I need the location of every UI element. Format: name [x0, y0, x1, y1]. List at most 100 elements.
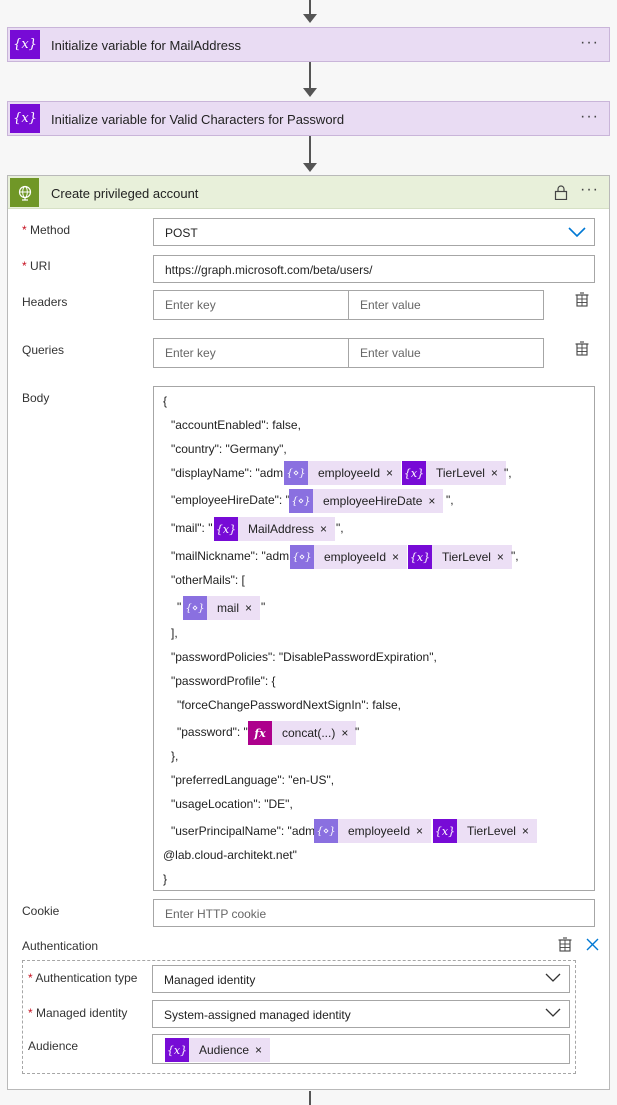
token-tierlevel[interactable]: {x} TierLevel × [402, 461, 506, 485]
body-line: ", [504, 466, 512, 480]
body-line: "password": " [177, 725, 248, 739]
connector-arrow [303, 14, 317, 23]
trigger-icon: {⋄} [289, 489, 313, 513]
lock-icon[interactable] [554, 185, 568, 203]
variable-icon: {x} [408, 545, 432, 569]
headers-key-input[interactable]: Enter key [153, 290, 349, 320]
body-line: "accountEnabled": false, [171, 418, 301, 432]
body-line: "userPrincipalName": "adm [171, 824, 316, 838]
trigger-icon: {⋄} [290, 545, 314, 569]
more-options-icon[interactable]: ··· [580, 34, 599, 52]
clear-table-icon[interactable] [574, 292, 590, 308]
token-concat-expression[interactable]: fx concat(...) × [248, 721, 357, 745]
connector-line [309, 1091, 311, 1105]
card-header[interactable]: Create privileged account ··· [8, 176, 609, 209]
body-line: " [177, 600, 182, 614]
variable-icon: {x} [402, 461, 426, 485]
uri-input[interactable]: https://graph.microsoft.com/beta/users/ [153, 255, 595, 283]
remove-token-icon[interactable]: × [392, 550, 407, 564]
variable-icon: {x} [214, 517, 238, 541]
remove-token-icon[interactable]: × [255, 1043, 270, 1057]
body-line: "employeeHireDate": " [171, 493, 290, 507]
close-icon[interactable] [586, 938, 599, 951]
remove-token-icon[interactable]: × [497, 550, 512, 564]
cookie-input[interactable]: Enter HTTP cookie [153, 899, 595, 927]
body-editor[interactable]: { "accountEnabled": false, "country": "G… [153, 386, 595, 891]
clear-table-icon[interactable] [574, 341, 590, 357]
body-line: "passwordPolicies": "DisablePasswordExpi… [171, 650, 437, 664]
body-line: "displayName": "adm [171, 466, 284, 480]
body-line: "forceChangePasswordNextSignIn": false, [177, 698, 401, 712]
audience-label: Audience [28, 1039, 79, 1053]
body-line: "otherMails": [ [171, 573, 245, 587]
token-employeeid[interactable]: {⋄} employeeId × [314, 819, 432, 843]
token-mail[interactable]: {⋄} mail × [183, 596, 261, 620]
connector-arrow [303, 163, 317, 172]
body-line: "mailNickname": "adm [171, 549, 290, 563]
uri-label: * URI [22, 259, 51, 273]
chevron-down-icon [545, 973, 561, 982]
token-employeeid[interactable]: {⋄} employeeId × [284, 461, 402, 485]
init-variable-mailaddress-step[interactable]: {x} Initialize variable for MailAddress … [7, 27, 610, 62]
fx-icon: fx [248, 721, 272, 745]
token-employeehiredate[interactable]: {⋄} employeeHireDate × [289, 489, 444, 513]
remove-token-icon[interactable]: × [428, 494, 443, 508]
init-variable-password-chars-step[interactable]: {x} Initialize variable for Valid Charac… [7, 101, 610, 136]
method-value: POST [165, 226, 198, 240]
connector-arrow [303, 88, 317, 97]
queries-value-input[interactable]: Enter value [348, 338, 544, 368]
variable-icon: {x} [165, 1038, 189, 1062]
body-label: Body [22, 391, 50, 405]
body-line: " [355, 725, 360, 739]
audience-input[interactable]: {x} Audience × [152, 1034, 570, 1064]
token-audience[interactable]: {x} Audience × [165, 1038, 271, 1062]
body-line: } [163, 872, 168, 886]
auth-type-label: * Authentication type [28, 971, 138, 985]
body-line: ", [446, 493, 454, 507]
queries-key-input[interactable]: Enter key [153, 338, 349, 368]
managed-identity-select[interactable]: System-assigned managed identity [152, 1000, 570, 1028]
auth-type-value: Managed identity [164, 973, 256, 987]
method-select[interactable]: POST [153, 218, 595, 246]
token-mailaddress[interactable]: {x} MailAddress × [214, 517, 336, 541]
body-line: "preferredLanguage": "en-US", [171, 773, 335, 787]
remove-token-icon[interactable]: × [320, 522, 335, 536]
body-line: { [163, 394, 168, 408]
trigger-icon: {⋄} [314, 819, 338, 843]
more-options-icon[interactable]: ··· [580, 181, 599, 199]
chevron-down-icon [545, 1008, 561, 1017]
body-line: ", [336, 521, 344, 535]
more-options-icon[interactable]: ··· [580, 108, 599, 126]
remove-token-icon[interactable]: × [522, 824, 537, 838]
authentication-label: Authentication [22, 939, 99, 953]
remove-token-icon[interactable]: × [416, 824, 431, 838]
managed-identity-value: System-assigned managed identity [164, 1008, 351, 1022]
method-label: * Method [22, 223, 71, 237]
remove-token-icon[interactable]: × [386, 466, 401, 480]
step-title: Initialize variable for MailAddress [51, 38, 242, 53]
variable-icon: {x} [10, 30, 40, 59]
chevron-down-icon [568, 227, 586, 238]
globe-icon [10, 178, 39, 207]
queries-label: Queries [22, 343, 65, 357]
variable-icon: {x} [10, 104, 40, 133]
headers-label: Headers [22, 295, 68, 309]
body-line: "usageLocation": "DE", [171, 797, 293, 811]
body-line: ", [511, 549, 519, 563]
token-tierlevel[interactable]: {x} TierLevel × [408, 545, 512, 569]
token-employeeid[interactable]: {⋄} employeeId × [290, 545, 408, 569]
body-line: "mail": " [171, 521, 213, 535]
connector-line [309, 136, 311, 166]
body-line: " [261, 600, 266, 614]
step-title: Initialize variable for Valid Characters… [51, 112, 345, 127]
remove-token-icon[interactable]: × [245, 601, 260, 615]
auth-type-select[interactable]: Managed identity [152, 965, 570, 993]
body-line: }, [171, 749, 179, 763]
headers-value-input[interactable]: Enter value [348, 290, 544, 320]
token-tierlevel[interactable]: {x} TierLevel × [433, 819, 537, 843]
cookie-label: Cookie [22, 904, 60, 918]
body-line: ], [171, 626, 178, 640]
body-line: "passwordProfile": { [171, 674, 276, 688]
variable-icon: {x} [433, 819, 457, 843]
clear-authentication-icon[interactable] [557, 937, 573, 953]
